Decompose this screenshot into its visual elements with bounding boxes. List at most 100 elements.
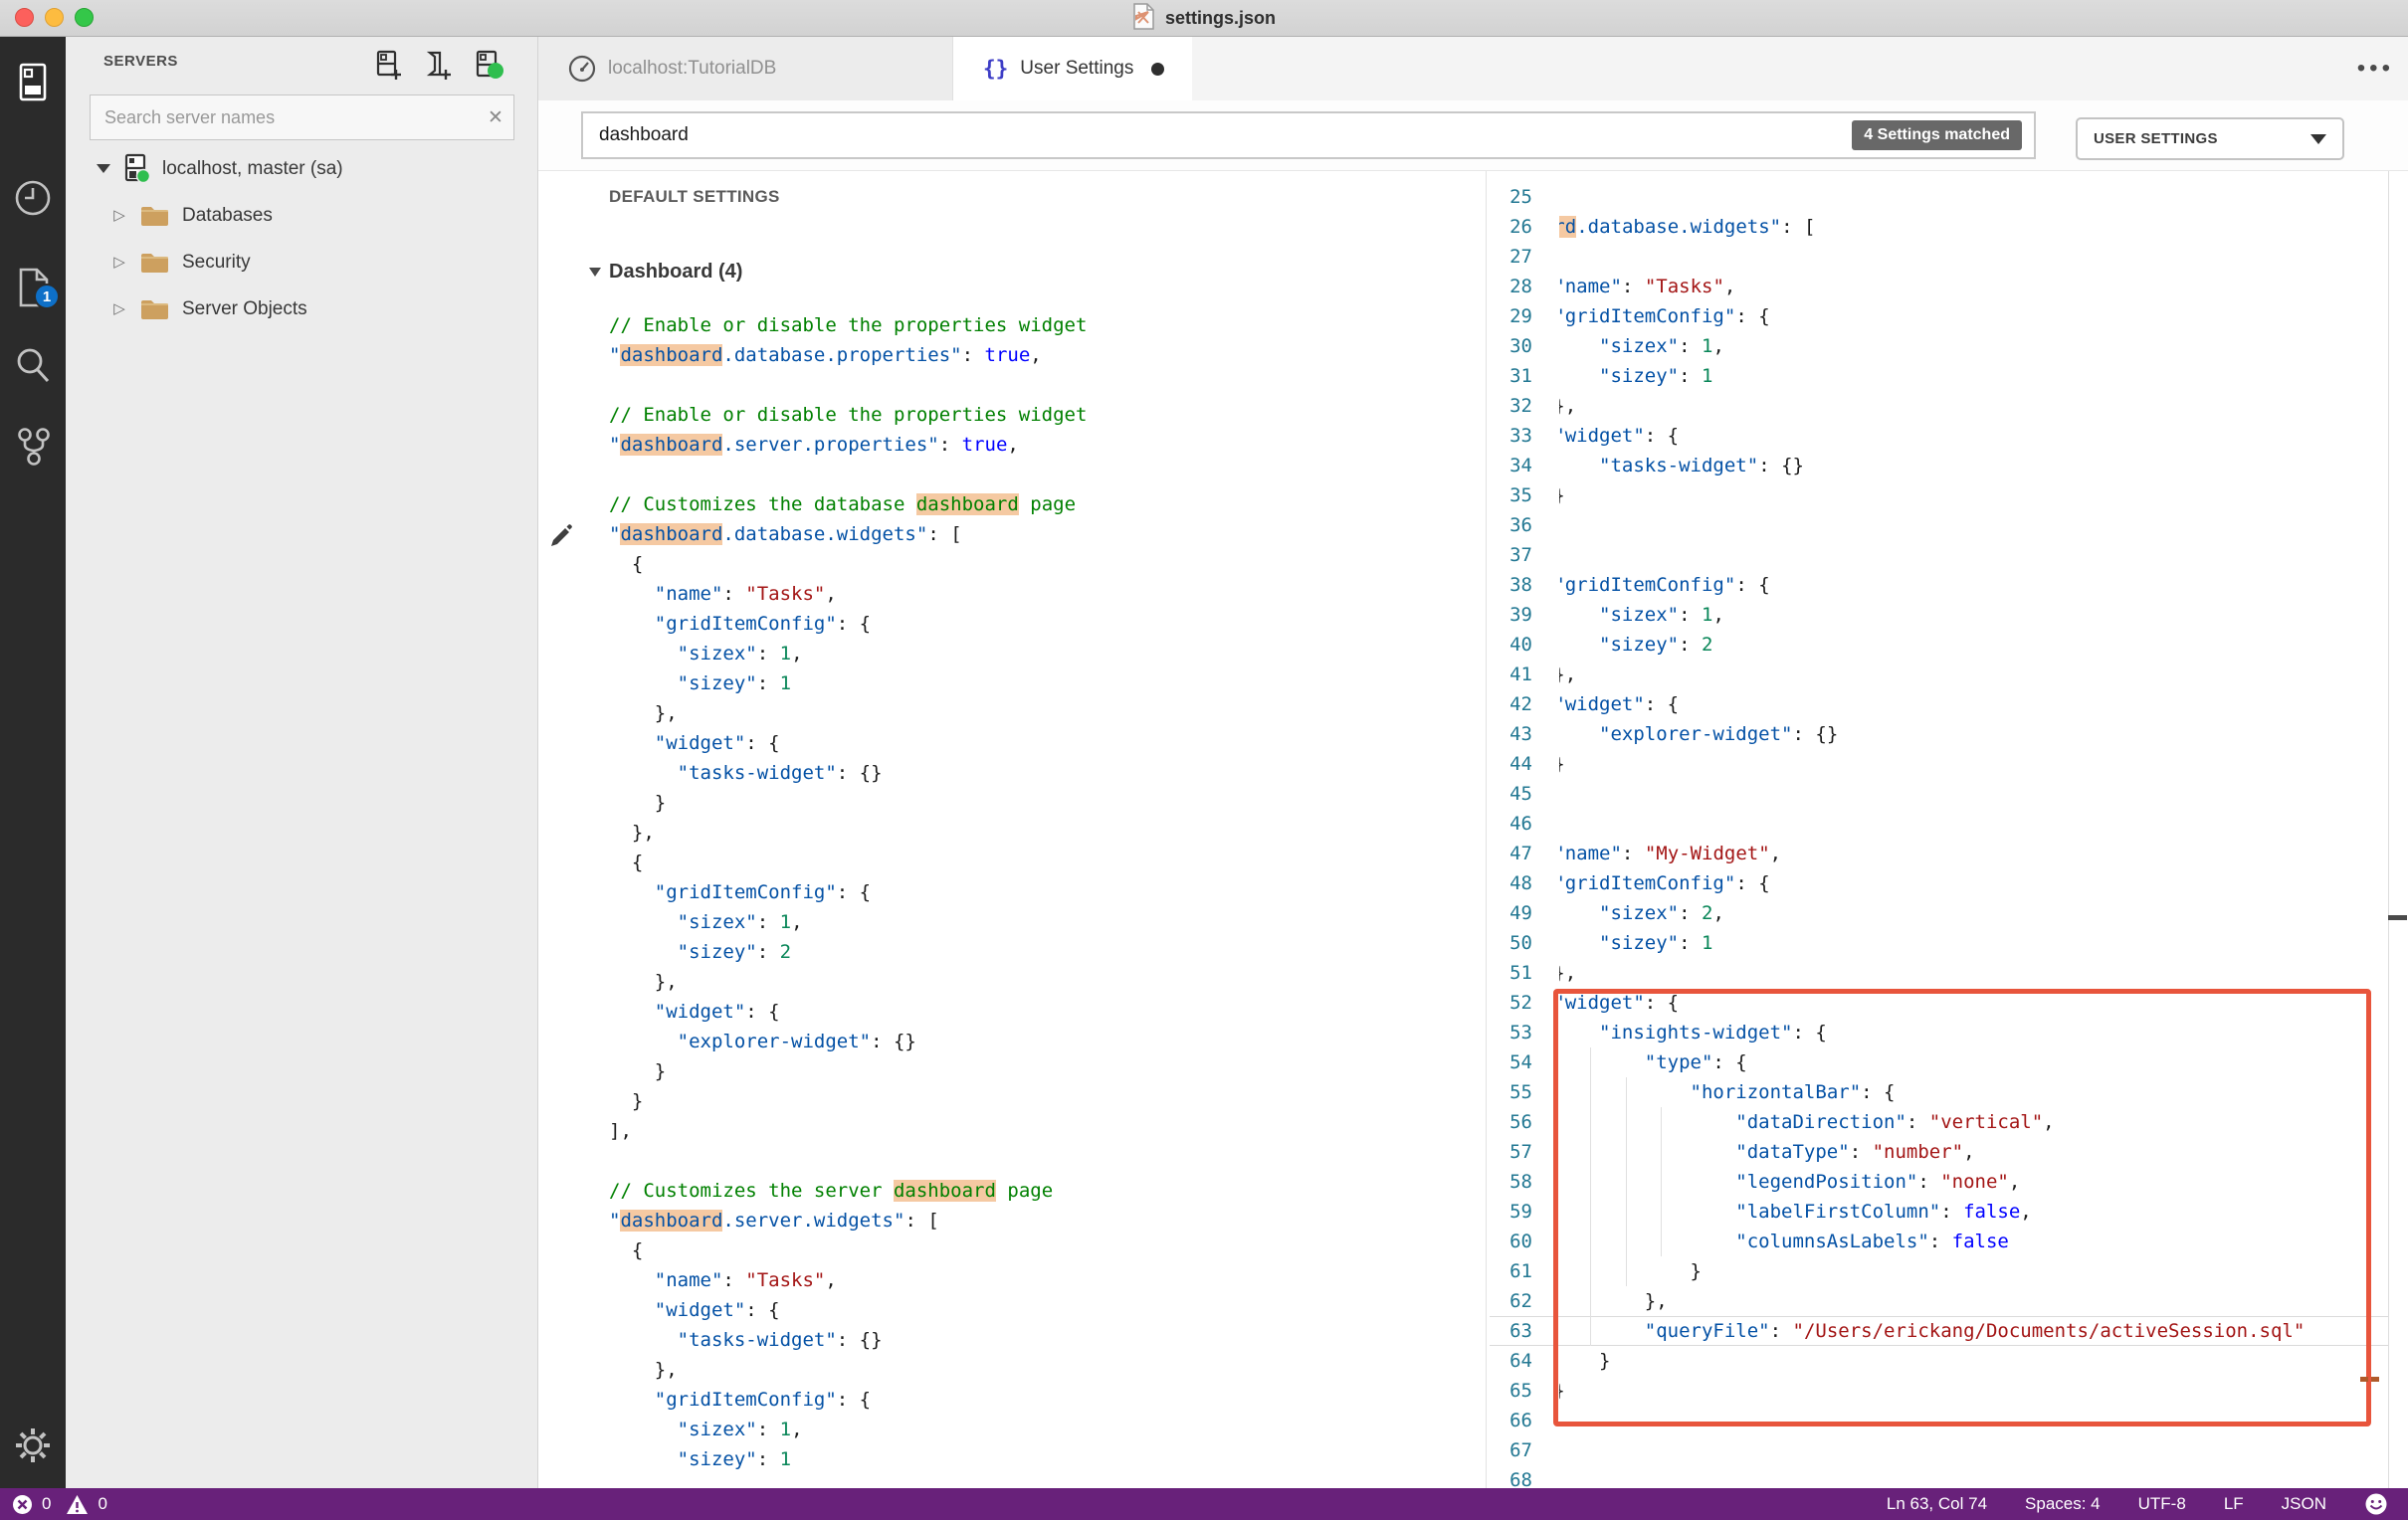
search-icon[interactable] [0,337,66,393]
dirty-indicator-dot[interactable] [1151,62,1165,76]
task-history-icon[interactable] [0,170,66,226]
code-line[interactable]: "name": "Tasks", [609,579,1486,609]
code-line[interactable]: 52 "widget": { [1490,988,2408,1018]
code-line[interactable]: 26 "dashboard.database.widgets": [ [1490,212,2408,242]
code-line[interactable]: 66}, [1490,1406,2408,1435]
tab-user-settings[interactable]: {} User Settings [953,37,1192,100]
settings-group-header[interactable]: Dashboard (4) [589,261,742,284]
code-line[interactable]: // Enable or disable the properties widg… [609,400,1486,430]
code-line[interactable]: // Enable or disable the properties widg… [609,310,1486,340]
clear-search-icon[interactable]: ✕ [478,106,513,129]
settings-search-input[interactable] [583,124,1853,146]
tree-item-databases[interactable]: ▷ Databases [66,192,538,239]
code-line[interactable]: 65} [1490,1376,2408,1406]
code-line[interactable]: "sizex": 1, [609,907,1486,937]
file-encoding[interactable]: UTF-8 [2138,1494,2186,1514]
code-line[interactable]: 39 "sizex": 1, [1490,600,2408,630]
warnings-icon[interactable] [66,1494,89,1515]
code-line[interactable]: 68 [1490,1465,2408,1488]
tree-item-server-objects[interactable]: ▷ Server Objects [66,285,538,332]
code-line[interactable]: } [609,788,1486,818]
code-line[interactable]: 38 "gridItemConfig": { [1490,570,2408,600]
code-line[interactable]: 28 "name": "Tasks", [1490,272,2408,301]
code-line[interactable]: 50 "sizey": 1 [1490,928,2408,958]
code-line[interactable]: }, [609,698,1486,728]
code-line[interactable]: 41}, [1490,660,2408,689]
end-of-line[interactable]: LF [2224,1494,2244,1514]
code-line[interactable]: 40 "sizey": 2 [1490,630,2408,660]
code-line[interactable]: }, [609,967,1486,997]
code-line[interactable]: 62}, [1490,1286,2408,1316]
code-line[interactable]: "dashboard.server.widgets": [ [609,1206,1486,1235]
tree-item-localhost-master-sa-[interactable]: localhost, master (sa) [66,145,538,192]
feedback-smiley-icon[interactable] [2364,1492,2388,1516]
explorer-file-icon[interactable]: 1 [0,260,66,315]
settings-scope-dropdown[interactable]: USER SETTINGS [2076,117,2344,160]
code-line[interactable]: 67 [1490,1435,2408,1465]
code-line[interactable]: "sizex": 1, [609,639,1486,668]
indentation-setting[interactable]: Spaces: 4 [2025,1494,2101,1514]
code-line[interactable]: 42 "widget": { [1490,689,2408,719]
code-line[interactable]: "name": "Tasks", [609,1265,1486,1295]
connections-branch-icon[interactable] [0,419,66,475]
code-line[interactable]: "sizey": 2 [609,937,1486,967]
settings-gear-icon[interactable] [0,1418,66,1473]
default-settings-editor[interactable]: DEFAULT SETTINGS Dashboard (4) // Enable… [538,171,1487,1488]
code-line[interactable]: 33 "widget": { [1490,421,2408,451]
code-line[interactable]: 45}, [1490,779,2408,809]
code-line[interactable]: 29 "gridItemConfig": { [1490,301,2408,331]
more-actions-icon[interactable]: ••• [2357,55,2394,83]
errors-icon[interactable] [12,1494,33,1515]
code-line[interactable]: 59 "labelFirstColumn": false, [1490,1197,2408,1227]
server-search-input[interactable] [91,106,478,128]
code-line[interactable]: // Customizes the server dashboard page [609,1176,1486,1206]
code-line[interactable]: "widget": { [609,997,1486,1027]
tree-collapsed-icon[interactable]: ▷ [111,208,127,223]
error-count[interactable]: 0 [42,1494,51,1514]
code-line[interactable]: 27 { [1490,242,2408,272]
tree-collapsed-icon[interactable]: ▷ [111,301,127,316]
code-line[interactable]: { [609,1235,1486,1265]
code-line[interactable]: "gridItemConfig": { [609,609,1486,639]
code-line[interactable]: "dashboard.database.properties": true, [609,340,1486,370]
code-line[interactable]: "widget": { [609,1295,1486,1325]
language-mode[interactable]: JSON [2282,1494,2326,1514]
code-line[interactable]: } [609,1056,1486,1086]
code-line[interactable]: "gridItemConfig": { [609,1385,1486,1415]
tree-item-security[interactable]: ▷ Security [66,239,538,285]
code-line[interactable] [609,370,1486,400]
code-line[interactable]: "sizey": 1 [609,1444,1486,1474]
code-line[interactable]: 25 [1490,182,2408,212]
code-line[interactable]: 58 "legendPosition": "none", [1490,1167,2408,1197]
new-server-group-icon[interactable] [424,49,454,81]
active-connections-icon[interactable] [474,49,503,81]
code-line[interactable]: 31 "sizey": 1 [1490,361,2408,391]
code-line[interactable]: 55 "horizontalBar": { [1490,1077,2408,1107]
code-line[interactable]: 47 "name": "My-Widget", [1490,839,2408,868]
code-line[interactable]: // Customizes the database dashboard pag… [609,489,1486,519]
code-line[interactable]: 63 "queryFile": "/Users/erickang/Document… [1490,1316,2408,1346]
code-line[interactable]: 30 "sizex": 1, [1490,331,2408,361]
code-line[interactable]: 46 { [1490,809,2408,839]
code-line[interactable]: 34 "tasks-widget": {} [1490,451,2408,480]
code-line[interactable]: }, [609,818,1486,848]
code-line[interactable]: 43 "explorer-widget": {} [1490,719,2408,749]
code-line[interactable]: 57 "dataType": "number", [1490,1137,2408,1167]
code-line[interactable]: 51}, [1490,958,2408,988]
code-line[interactable]: "widget": { [609,728,1486,758]
code-line[interactable]: }, [609,1355,1486,1385]
warning-count[interactable]: 0 [98,1494,106,1514]
code-line[interactable]: 54 "type": { [1490,1047,2408,1077]
servers-icon[interactable] [0,55,66,110]
code-line[interactable] [609,460,1486,489]
code-line[interactable]: 56 "dataDirection": "vertical", [1490,1107,2408,1137]
code-line[interactable]: 37 { [1490,540,2408,570]
overview-ruler[interactable] [2388,171,2389,1488]
code-line[interactable]: { [609,848,1486,877]
code-line[interactable]: "dashboard.server.properties": true, [609,430,1486,460]
tab-localhost-tutorialdb[interactable]: localhost:TutorialDB [538,37,953,100]
edit-setting-pencil-icon[interactable] [549,521,576,548]
tree-expanded-icon[interactable] [96,164,111,173]
code-line[interactable]: { [609,549,1486,579]
code-line[interactable]: "dashboard.database.widgets": [ [609,519,1486,549]
